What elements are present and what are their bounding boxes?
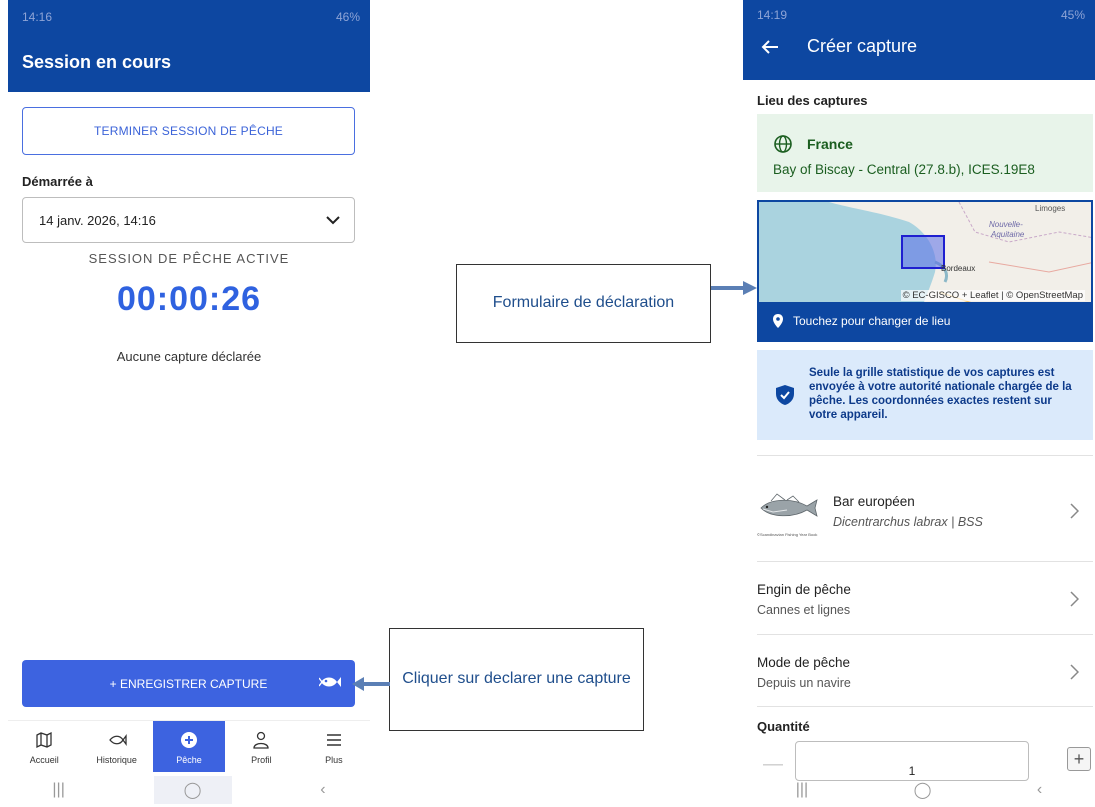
nav-label: Historique [96, 755, 137, 765]
nav-label: Plus [325, 755, 343, 765]
location-pin-icon [773, 314, 783, 328]
session-timer: 00:00:26 [116, 280, 262, 318]
arrow-right-icon [711, 281, 757, 295]
status-time: 14:19 [757, 8, 788, 22]
recents-icon[interactable]: ||| [796, 781, 808, 799]
status-bar: 14:19 45% [743, 0, 1095, 30]
divider [757, 561, 1093, 562]
arrow-left-icon [352, 677, 390, 691]
change-location-label: Touchez pour changer de lieu [793, 314, 951, 328]
system-nav-bar: ||| ◯ ‹ [8, 772, 370, 807]
sea-bass-image [760, 493, 818, 517]
back-icon[interactable]: ‹ [1037, 781, 1042, 799]
status-battery: 46% [335, 10, 360, 24]
nav-item-historique[interactable]: Historique [80, 721, 152, 772]
nav-label: Pêche [176, 755, 202, 765]
active-session-label: SESSION DE PÊCHE ACTIVE [88, 251, 290, 266]
mode-title: Mode de pêche [757, 654, 851, 670]
system-nav-bar: ||| ◯ ‹ [743, 772, 1095, 807]
map-icon [36, 731, 52, 749]
location-card: France Bay of Biscay - Central (27.8.b),… [757, 114, 1093, 192]
plus-icon[interactable]: + [1067, 747, 1091, 771]
nav-label: Profil [251, 755, 272, 765]
nav-item-profil[interactable]: Profil [225, 721, 297, 772]
status-time: 14:16 [22, 10, 53, 24]
session-screen: 14:16 46% Session en cours TERMINER SESS… [8, 0, 370, 807]
chevron-right-icon [1070, 664, 1079, 680]
divider [757, 455, 1093, 456]
species-name: Bar européen [833, 493, 915, 509]
species-row[interactable]: ©Scandinavian Fishing Year Book Bar euro… [757, 480, 1093, 542]
map-label-limoges: Limoges [1035, 204, 1066, 213]
species-latin: Dicentrarchus labrax | BSS [833, 514, 983, 529]
mode-row[interactable]: Mode de pêche Depuis un navire [757, 651, 1093, 693]
image-credit: ©Scandinavian Fishing Year Book [757, 532, 818, 537]
start-date-value: 14 janv. 2026, 14:16 [39, 212, 156, 228]
page-title: Créer capture [807, 36, 918, 56]
fish-icon [319, 677, 341, 687]
nav-item-accueil[interactable]: Accueil [8, 721, 80, 772]
map-label-aquitaine: Aquitaine [991, 230, 1025, 239]
change-location-bar[interactable]: Touchez pour changer de lieu [759, 302, 1091, 340]
country-name: France [807, 136, 853, 152]
map-label-nouvelle: Nouvelle- [989, 220, 1023, 229]
chevron-down-icon [326, 216, 340, 225]
divider [757, 634, 1093, 635]
privacy-notice: Seule la grille statistique de vos captu… [757, 350, 1093, 440]
nav-item-plus[interactable]: Plus [298, 721, 370, 772]
status-battery: 45% [1060, 8, 1085, 22]
map-attribution: © EC-GISCO + Leaflet | © OpenStreetMap [900, 290, 1085, 301]
form-callout: Formulaire de déclaration [456, 264, 711, 343]
record-capture-button[interactable]: + ENREGISTRER CAPTURE [22, 660, 355, 707]
shield-check-icon [776, 385, 794, 405]
form-callout-text: Formulaire de déclaration [492, 294, 675, 312]
nav-item-peche[interactable]: Pêche [152, 721, 226, 772]
globe-icon [774, 135, 792, 153]
start-date-select[interactable]: 14 janv. 2026, 14:16 [22, 197, 355, 243]
location-section-title: Lieu des captures [757, 93, 868, 108]
end-session-button[interactable]: TERMINER SESSION DE PÊCHE [22, 107, 355, 155]
empty-captures-text: Aucune capture déclarée [116, 349, 262, 364]
privacy-notice-text: Seule la grille statistique de vos captu… [809, 367, 1072, 421]
fish-outline-icon [108, 734, 127, 746]
menu-icon [326, 734, 341, 746]
chevron-right-icon [1070, 591, 1079, 607]
home-icon[interactable]: ◯ [153, 775, 232, 804]
plus-circle-icon [181, 732, 198, 748]
app-bar: 14:19 45% Créer capture [743, 0, 1095, 80]
chevron-right-icon [1070, 503, 1079, 519]
recents-icon[interactable]: ||| [52, 781, 64, 799]
app-bar: 14:16 46% Session en cours [8, 0, 370, 92]
gear-title: Engin de pêche [757, 581, 851, 597]
person-icon [253, 731, 270, 749]
mode-value: Depuis un navire [757, 675, 851, 690]
gear-row[interactable]: Engin de pêche Cannes et lignes [757, 578, 1093, 620]
back-icon[interactable]: ‹ [320, 781, 325, 799]
quantity-label: Quantité [757, 719, 810, 734]
bottom-navigation: Accueil Historique Pêche Profil Plus [8, 720, 370, 772]
fishing-area: Bay of Biscay - Central (27.8.b), ICES.1… [773, 162, 1035, 177]
location-map[interactable]: Limoges Nouvelle- Aquitaine Bordeaux © E… [757, 200, 1093, 342]
back-arrow-icon[interactable] [761, 39, 779, 55]
page-title: Session en cours [22, 52, 172, 72]
divider [757, 706, 1093, 707]
status-bar: 14:16 46% [8, 0, 370, 38]
map-label-bordeaux: Bordeaux [941, 264, 976, 273]
home-icon[interactable]: ◯ [914, 780, 932, 800]
declare-callout: Cliquer sur declarer une capture [389, 628, 644, 731]
started-label: Démarrée à [22, 174, 93, 189]
create-capture-screen: 14:19 45% Créer capture Lieu des capture… [743, 0, 1095, 807]
gear-value: Cannes et lignes [757, 602, 851, 617]
nav-label: Accueil [29, 755, 59, 765]
record-capture-label: + ENREGISTRER CAPTURE [109, 676, 268, 691]
declare-callout-text: Cliquer sur declarer une capture [402, 670, 631, 688]
species-thumbnail: ©Scandinavian Fishing Year Book [757, 480, 819, 542]
